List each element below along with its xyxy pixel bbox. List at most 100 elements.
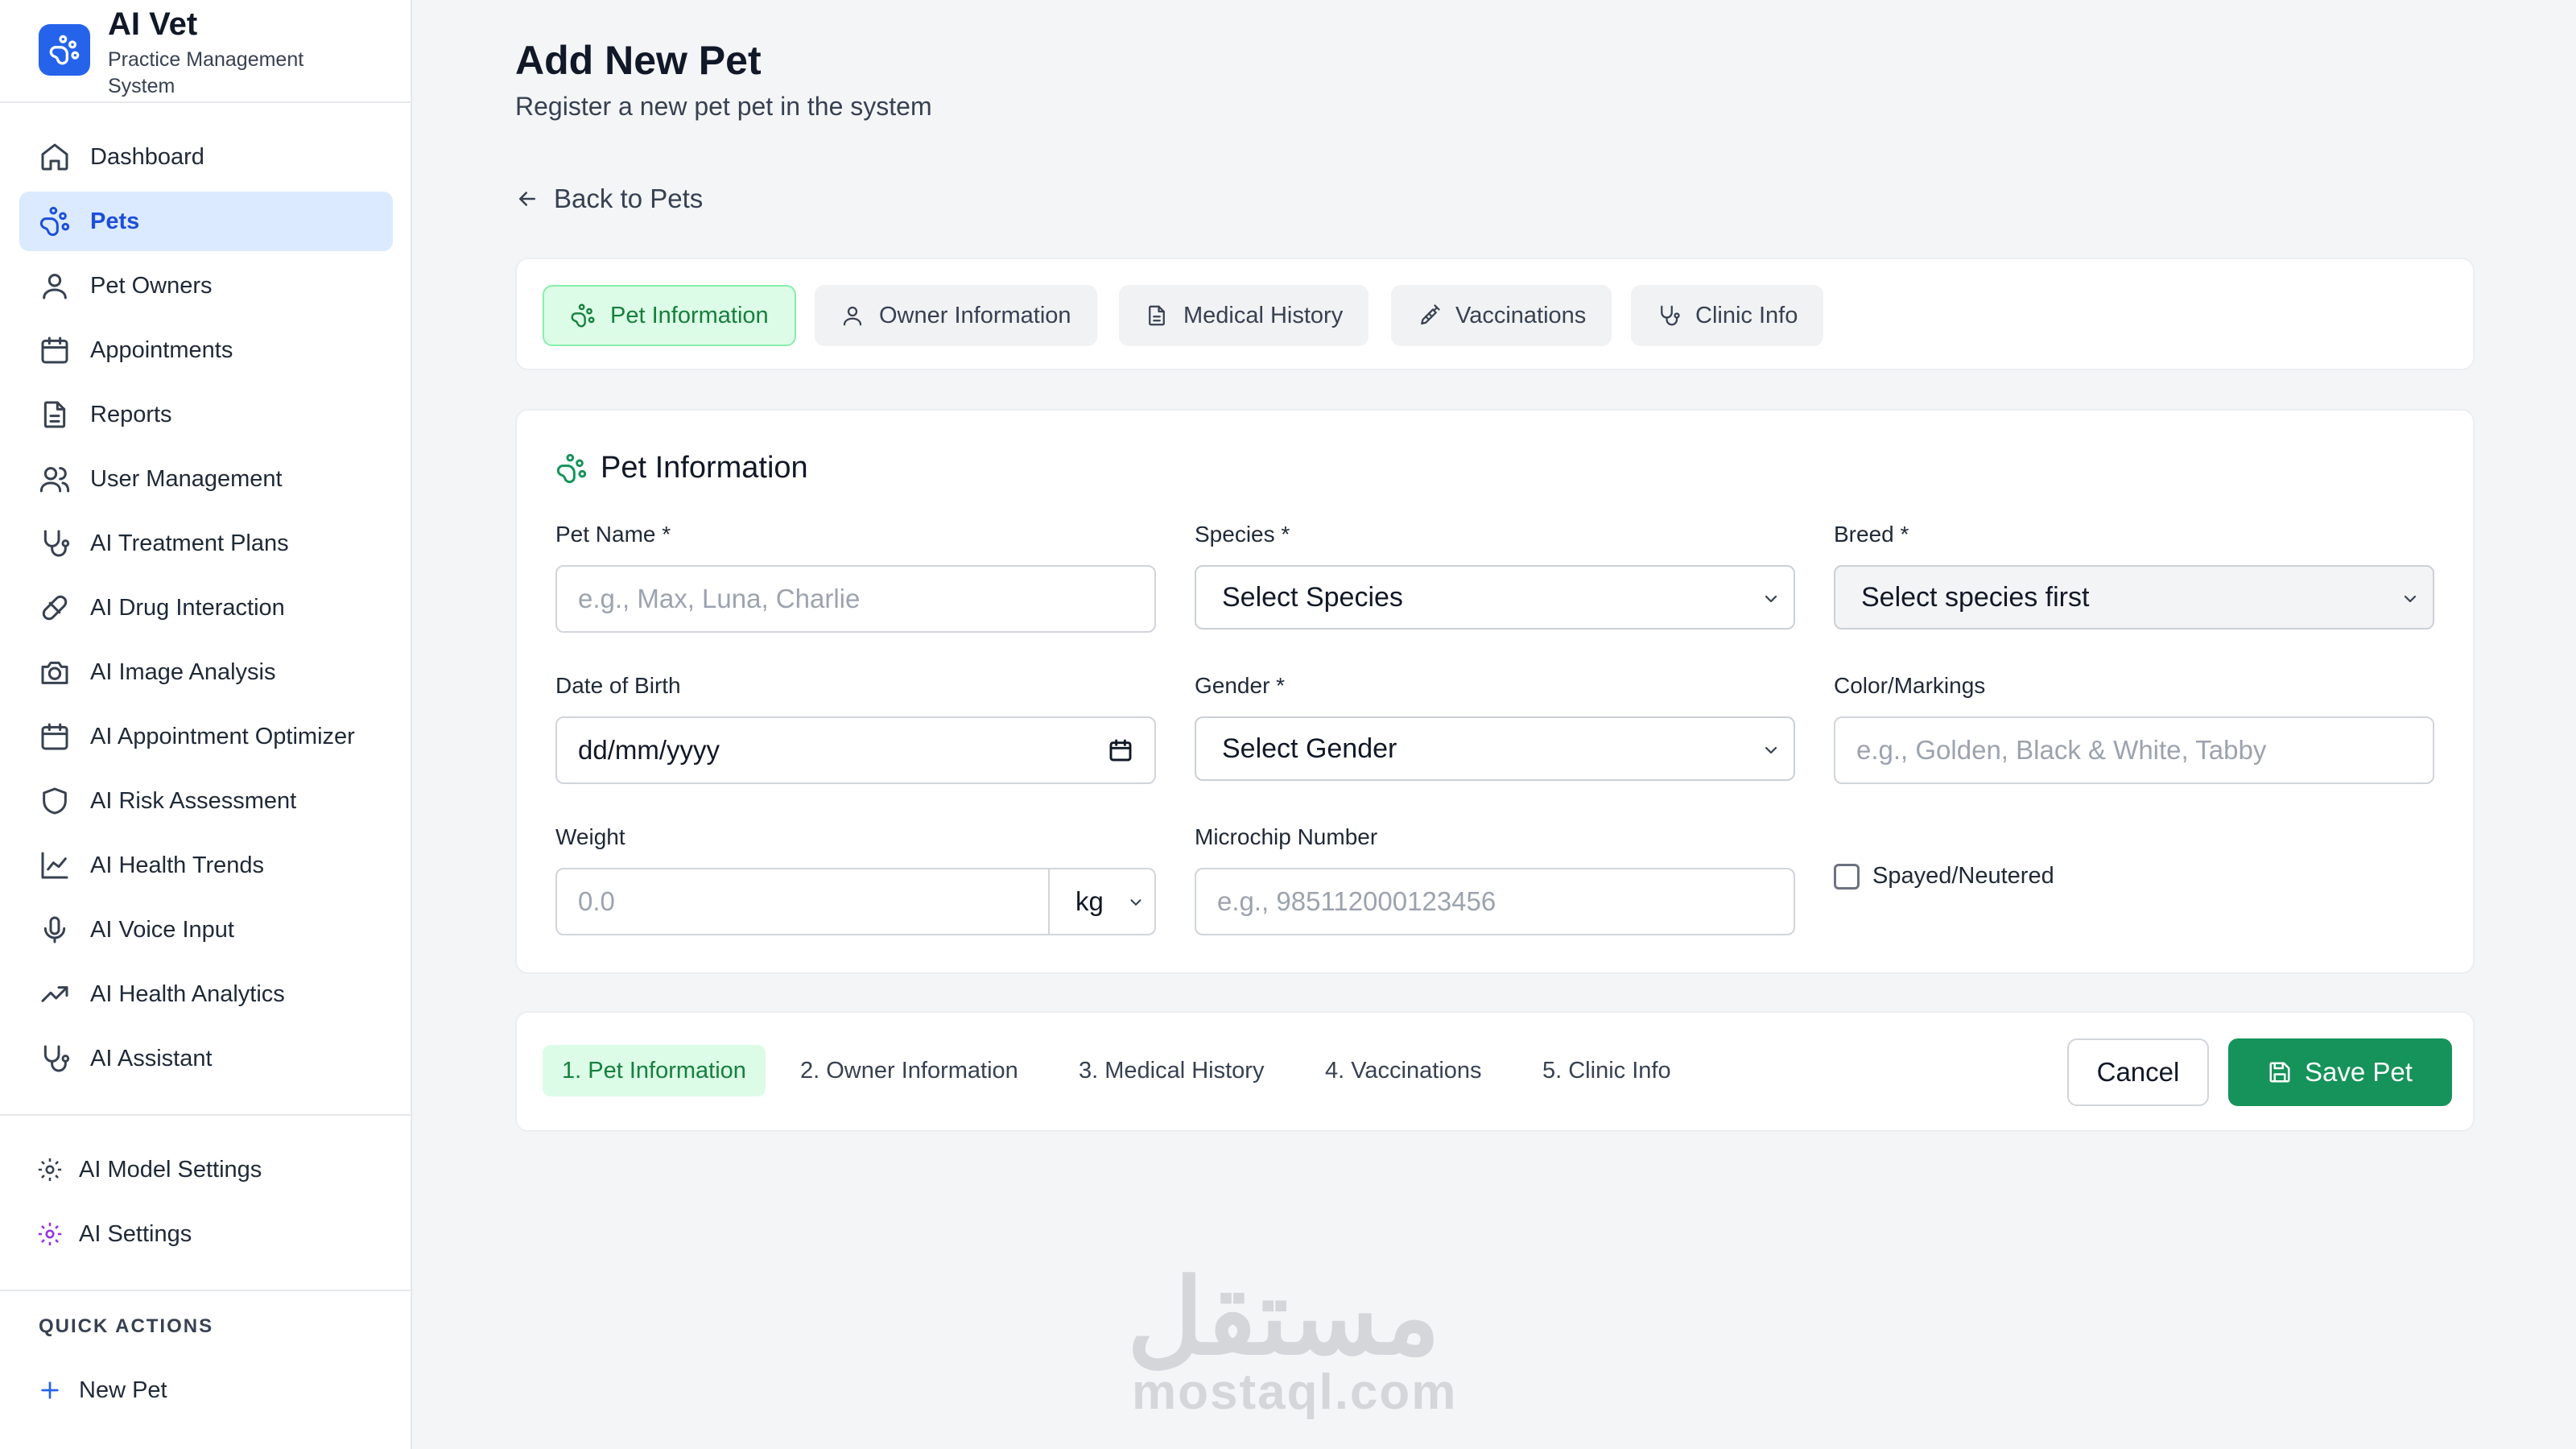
sidebar-item-pets[interactable]: Pets [19,192,393,251]
sidebar: AI Vet Practice Management System Dashbo… [0,0,412,1449]
save-label: Save Pet [2305,1057,2413,1087]
tab-clinic-info[interactable]: Clinic Info [1631,285,1824,346]
sidebar-item-pet-owners[interactable]: Pet Owners [19,256,393,316]
weight-unit-select[interactable]: kg [1050,868,1156,935]
sidebar-item-label: Reports [90,401,172,427]
tab-vaccinations[interactable]: Vaccinations [1391,285,1612,346]
checkbox[interactable] [1834,863,1860,890]
step-medical-history[interactable]: 3. Medical History [1079,1045,1264,1096]
calendar-icon[interactable] [1108,737,1133,763]
back-to-pets-link[interactable]: Back to Pets [515,179,703,219]
step-pet-information[interactable]: 1. Pet Information [543,1045,766,1096]
sidebar-item-label: AI Health Trends [90,852,264,878]
breed-label: Breed * [1834,522,1909,547]
sidebar-item-ai-appointment-optimizer[interactable]: AI Appointment Optimizer [19,707,393,766]
gender-value: Select Gender [1222,733,1397,764]
weight-input[interactable] [555,868,1050,935]
paw-icon [39,24,90,76]
sidebar-item-label: AI Treatment Plans [90,530,289,556]
species-value: Select Species [1222,581,1403,613]
weight-label: Weight [555,824,625,849]
sidebar-item-label: User Management [90,465,283,492]
chevron-down-icon [1761,741,1781,760]
save-pet-button[interactable]: Save Pet [2228,1038,2452,1106]
sidebar-item-label: AI Health Analytics [90,980,285,1007]
color-input[interactable] [1834,716,2434,784]
sidebar-item-ai-image-analysis[interactable]: AI Image Analysis [19,642,393,702]
sidebar-item-ai-voice-input[interactable]: AI Voice Input [19,900,393,960]
sidebar-item-label: AI Image Analysis [90,658,276,685]
weight-unit-value: kg [1075,886,1104,916]
pet-name-label: Pet Name * [555,522,671,547]
chevron-down-icon [1761,589,1781,609]
tab-medical-history[interactable]: Medical History [1119,285,1369,346]
sidebar-item-ai-assistant[interactable]: AI Assistant [19,1029,393,1088]
divider [0,101,411,103]
color-label: Color/Markings [1834,673,1986,698]
watermark-arabic: مستقل [1127,1258,1441,1376]
calendar-icon [37,332,72,368]
dob-input[interactable]: dd/mm/yyyy [555,716,1156,784]
paw-icon [37,204,72,239]
sidebar-item-ai-settings[interactable]: AI Settings [19,1204,393,1264]
tab-owner-information[interactable]: Owner Information [815,285,1097,346]
app-subtitle: Practice Management System [108,48,304,97]
species-select[interactable]: Select Species [1195,565,1795,630]
sidebar-item-label: AI Voice Input [90,916,234,943]
tab-label: Owner Information [879,302,1071,328]
sidebar-item-label: AI Assistant [90,1045,213,1071]
user-icon [37,268,72,303]
sidebar-item-user-management[interactable]: User Management [19,449,393,509]
tab-label: Clinic Info [1695,302,1798,328]
sidebar-item-ai-risk-assessment[interactable]: AI Risk Assessment [19,771,393,831]
brand[interactable]: AI Vet Practice Management System [37,6,391,97]
step-owner-information[interactable]: 2. Owner Information [800,1045,1018,1096]
sidebar-item-label: Pets [90,208,140,234]
home-icon [37,139,72,175]
dob-value: dd/mm/yyyy [578,735,720,765]
step-clinic-info[interactable]: 5. Clinic Info [1542,1045,1671,1096]
gender-select[interactable]: Select Gender [1195,716,1795,781]
stethoscope-icon [1657,303,1681,328]
sidebar-item-ai-drug-interaction[interactable]: AI Drug Interaction [19,578,393,638]
species-label: Species * [1195,522,1290,547]
shield-icon [37,783,72,819]
sidebar-item-ai-health-trends[interactable]: AI Health Trends [19,836,393,895]
syringe-icon [1417,303,1441,328]
quick-action-label: New Pet [79,1377,167,1403]
watermark-latin: mostaql.com [1132,1364,1458,1420]
quick-action-new-pet[interactable]: New Pet [19,1360,393,1420]
page-title: Add New Pet [515,38,762,83]
microchip-input[interactable] [1195,868,1795,935]
breed-select[interactable]: Select species first [1834,565,2434,630]
tab-pet-information[interactable]: Pet Information [543,285,796,346]
spayed-neutered-checkbox[interactable]: Spayed/Neutered [1834,863,2054,890]
spayed-neutered-label: Spayed/Neutered [1872,863,2054,889]
tab-label: Pet Information [610,302,769,328]
step-vaccinations[interactable]: 4. Vaccinations [1325,1045,1482,1096]
quick-actions-title: QUICK ACTIONS [39,1315,214,1337]
form-footer: 1. Pet Information 2. Owner Information … [515,1011,2475,1132]
app-name: AI Vet [108,6,198,42]
chevron-down-icon [1127,894,1145,911]
arrow-left-icon [515,187,539,211]
plus-icon [32,1373,68,1408]
stethoscope-icon [37,526,72,561]
cancel-button[interactable]: Cancel [2067,1038,2209,1106]
sidebar-item-dashboard[interactable]: Dashboard [19,127,393,187]
sidebar-item-ai-treatment-plans[interactable]: AI Treatment Plans [19,514,393,573]
back-label: Back to Pets [554,184,704,213]
line-chart-icon [37,848,72,883]
calendar-icon [37,719,72,754]
dob-label: Date of Birth [555,673,681,698]
sidebar-item-appointments[interactable]: Appointments [19,320,393,380]
sidebar-item-ai-health-analytics[interactable]: AI Health Analytics [19,964,393,1024]
pet-name-input[interactable] [555,565,1156,633]
breed-value: Select species first [1861,581,2090,613]
pill-icon [37,590,72,625]
sidebar-item-ai-model-settings[interactable]: AI Model Settings [19,1140,393,1199]
save-icon [2268,1060,2292,1084]
tab-label: Medical History [1183,302,1344,328]
sidebar-item-reports[interactable]: Reports [19,385,393,444]
sidebar-item-label: AI Settings [79,1220,192,1247]
